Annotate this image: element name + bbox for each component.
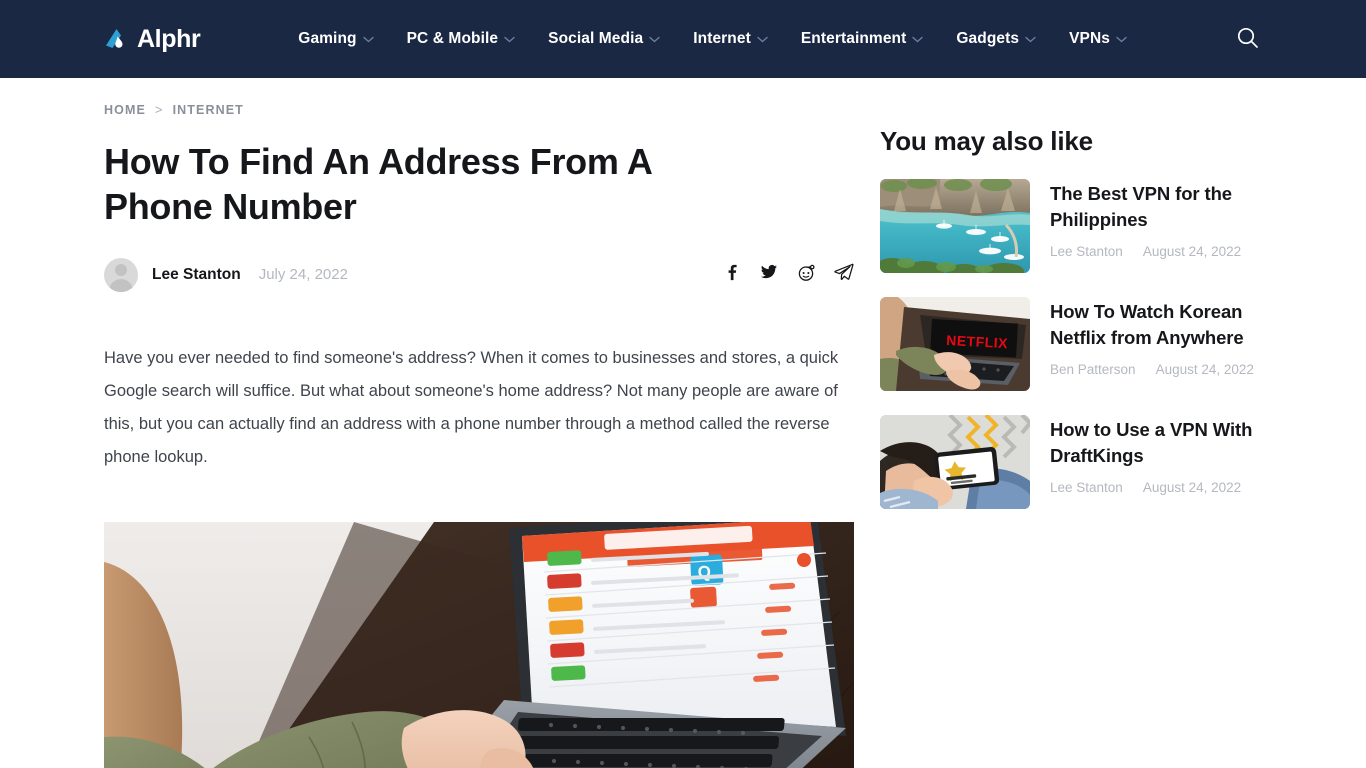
nav-label: Social Media	[548, 30, 644, 47]
related-date: August 24, 2022	[1142, 243, 1242, 259]
related-thumbnail-philippines	[880, 179, 1030, 274]
author-name[interactable]: Lee Stanton	[152, 266, 241, 284]
related-card-body: The Best VPN for the Philippines Lee Sta…	[1050, 179, 1262, 259]
breadcrumb-category[interactable]: INTERNET	[173, 103, 244, 117]
nav-label: Internet	[693, 30, 751, 47]
article-hero-image: Q	[104, 521, 854, 768]
related-author: Ben Patterson	[1050, 361, 1136, 377]
alphr-droplet-logo-icon	[104, 26, 130, 52]
site-logo[interactable]: Alphr	[104, 24, 201, 53]
nav-item-social-media[interactable]: Social Media	[548, 30, 660, 48]
page-title: How To Find An Address From A Phone Numb…	[104, 141, 652, 228]
related-title: The Best VPN for the Philippines	[1050, 183, 1232, 231]
chevron-down-icon	[649, 36, 660, 43]
nav-item-vpns[interactable]: VPNs	[1069, 30, 1127, 48]
related-date: August 24, 2022	[1142, 479, 1242, 495]
related-thumbnail-draftkings	[880, 415, 1030, 510]
nav-label: VPNs	[1069, 30, 1110, 47]
related-article-card[interactable]: The Best VPN for the Philippines Lee Sta…	[880, 179, 1262, 274]
related-meta: Lee Stanton August 24, 2022	[1050, 244, 1262, 259]
twitter-icon[interactable]	[760, 264, 778, 286]
search-button[interactable]	[1232, 24, 1262, 54]
article-byline: Lee Stanton July 24, 2022	[104, 254, 854, 296]
related-title: How to Use a VPN With DraftKings	[1050, 419, 1253, 467]
sidebar-heading: You may also like	[880, 126, 1093, 157]
nav-label: PC & Mobile	[406, 30, 499, 47]
publish-date: July 24, 2022	[258, 266, 348, 284]
chevron-down-icon	[1116, 36, 1127, 43]
nav-item-pc-mobile[interactable]: PC & Mobile	[407, 30, 516, 48]
chevron-down-icon	[504, 36, 515, 43]
nav-item-gaming[interactable]: Gaming	[298, 30, 374, 48]
related-thumbnail-netflix: NETFLIX	[880, 297, 1030, 392]
nav-label: Gadgets	[956, 30, 1020, 47]
related-article-card[interactable]: NETFLIX How To Watch Korean Netflix from…	[880, 297, 1262, 392]
breadcrumb: HOME > INTERNET	[104, 78, 854, 117]
telegram-icon[interactable]	[834, 263, 854, 287]
chevron-down-icon	[1025, 36, 1036, 43]
related-date: August 24, 2022	[1155, 361, 1254, 377]
svg-text:NETFLIX: NETFLIX	[946, 332, 1009, 351]
related-article-card[interactable]: How to Use a VPN With DraftKings Lee Sta…	[880, 415, 1262, 510]
share-buttons	[724, 263, 854, 287]
related-meta: Ben Patterson August 24, 2022	[1050, 362, 1262, 377]
nav-item-gadgets[interactable]: Gadgets	[956, 30, 1036, 48]
article-paragraph: Have you ever needed to find someone's a…	[104, 348, 839, 466]
sidebar-heading-wrap: You may also like	[880, 126, 1262, 157]
related-author: Lee Stanton	[1050, 243, 1123, 259]
page-body: HOME > INTERNET How To Find An Address F…	[0, 78, 1366, 768]
nav-item-internet[interactable]: Internet	[693, 30, 768, 48]
site-header: Alphr Gaming PC & Mobile Social Media In…	[0, 0, 1366, 78]
logo-text: Alphr	[137, 24, 201, 53]
reddit-icon[interactable]	[797, 264, 815, 286]
related-author: Lee Stanton	[1050, 479, 1123, 495]
related-meta: Lee Stanton August 24, 2022	[1050, 480, 1262, 495]
article-column: HOME > INTERNET How To Find An Address F…	[104, 78, 854, 768]
avatar	[104, 257, 138, 292]
related-title: How To Watch Korean Netflix from Anywher…	[1050, 301, 1244, 349]
sidebar: You may also like The Best VPN for the P…	[880, 78, 1262, 768]
chevron-down-icon	[757, 36, 768, 43]
breadcrumb-separator-icon: >	[154, 102, 164, 117]
search-icon	[1236, 26, 1259, 52]
chevron-down-icon	[912, 36, 924, 43]
related-card-body: How to Use a VPN With DraftKings Lee Sta…	[1050, 415, 1262, 495]
main-navigation: Gaming PC & Mobile Social Media Internet…	[298, 30, 1127, 48]
related-card-body: How To Watch Korean Netflix from Anywher…	[1050, 297, 1262, 377]
facebook-icon[interactable]	[724, 264, 741, 286]
chevron-down-icon	[362, 36, 374, 43]
nav-item-entertainment[interactable]: Entertainment	[801, 30, 924, 48]
breadcrumb-home[interactable]: HOME	[104, 103, 146, 117]
nav-label: Gaming	[298, 30, 357, 47]
nav-label: Entertainment	[800, 30, 907, 47]
